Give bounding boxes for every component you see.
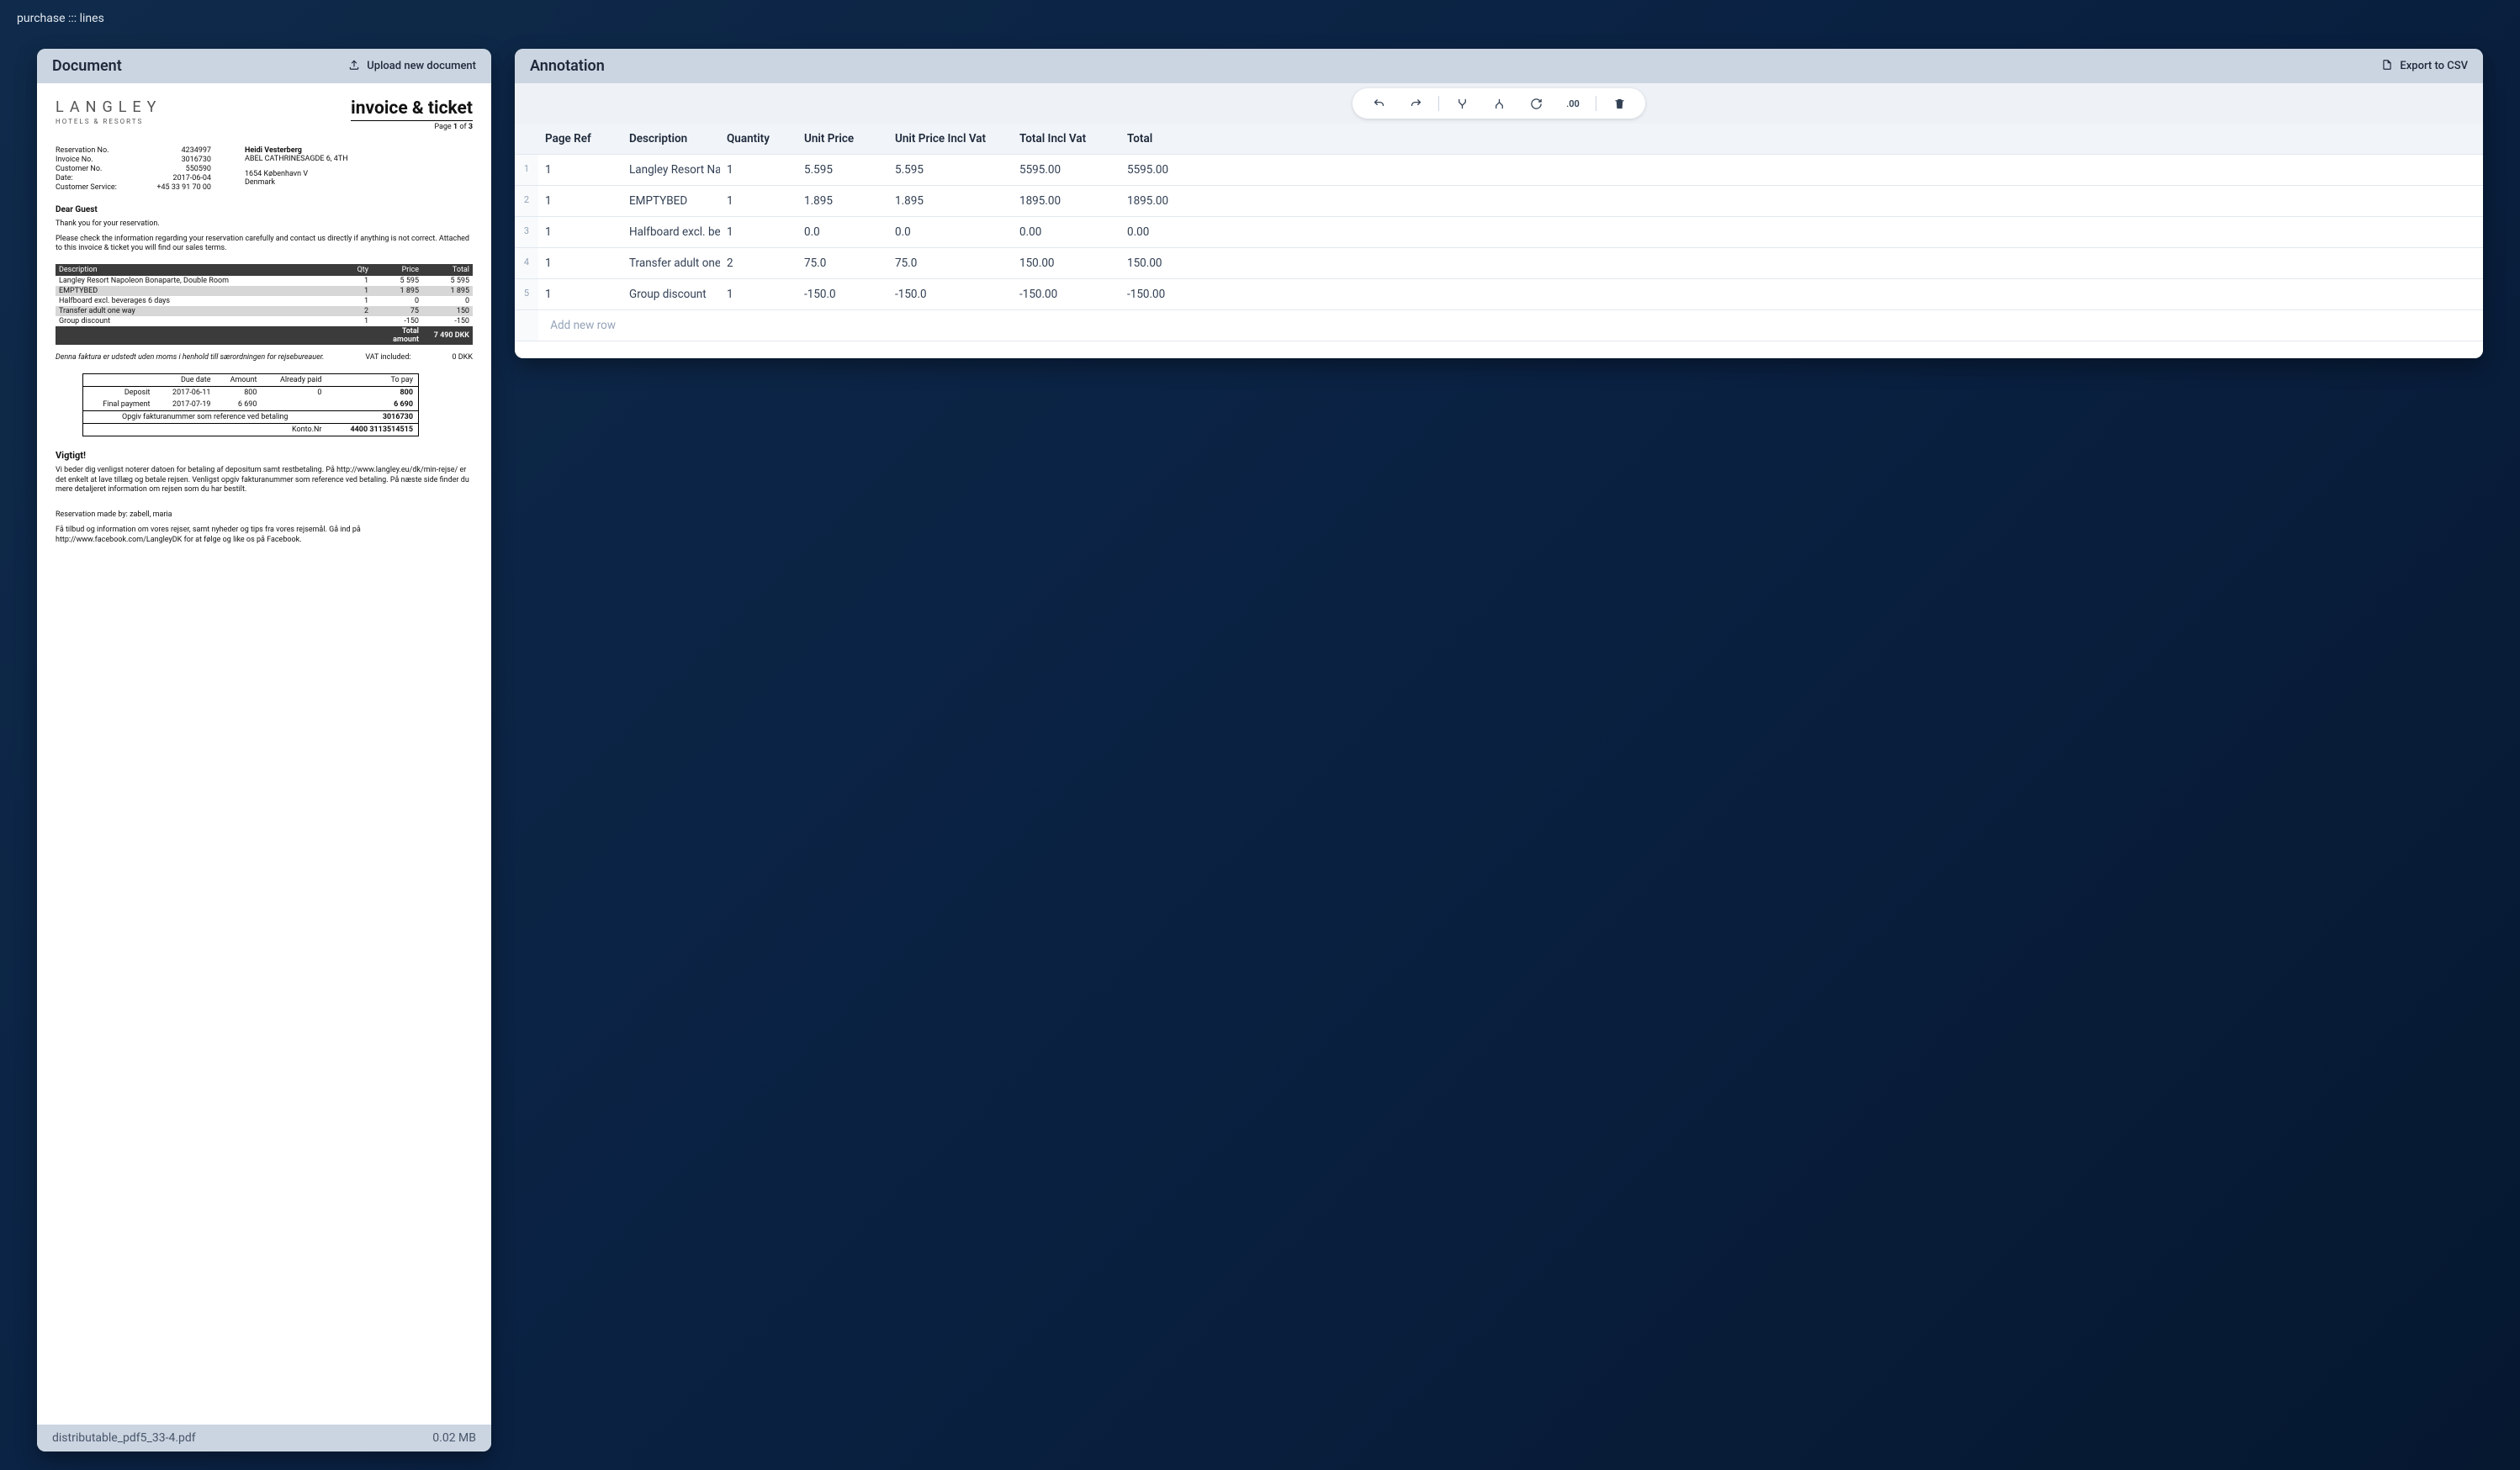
- cell-quantity[interactable]: 1: [720, 217, 797, 247]
- cell-description[interactable]: Langley Resort Na: [622, 155, 720, 185]
- important-body: Vi beder dig venligst noterer datoen for…: [56, 466, 473, 495]
- document-footer: distributable_pdf5_33-4.pdf 0.02 MB: [37, 1425, 491, 1451]
- cell-total[interactable]: 150.00: [1120, 248, 1196, 278]
- annotation-panel-title: Annotation: [530, 57, 605, 75]
- cell-page-ref[interactable]: 1: [538, 248, 622, 278]
- cell-description[interactable]: Halfboard excl. be: [622, 217, 720, 247]
- cell-unit-price[interactable]: -150.0: [797, 279, 888, 309]
- undo-button[interactable]: [1361, 92, 1396, 115]
- workspace: Document Upload new document LANGLEY HOT…: [0, 32, 2520, 1468]
- redo-button[interactable]: [1398, 92, 1433, 115]
- annotation-grid[interactable]: Page Ref Description Quantity Unit Price…: [515, 124, 2483, 341]
- check-text: Please check the information regarding y…: [56, 235, 473, 254]
- payment-box: Due dateAmountAlready paidTo pay Deposit…: [82, 373, 419, 436]
- document-panel-header: Document Upload new document: [37, 49, 491, 83]
- split-button[interactable]: [1481, 92, 1517, 115]
- export-csv-button[interactable]: Export to CSV: [2381, 59, 2468, 74]
- cell-total-incl-vat[interactable]: 1895.00: [1013, 186, 1120, 216]
- cell-description[interactable]: Group discount: [622, 279, 720, 309]
- invoice-line: Langley Resort Napoleon Bonaparte, Doubl…: [56, 276, 473, 286]
- annotation-toolbar: .00: [515, 83, 2483, 124]
- invoice-line: Halfboard excl. beverages 6 days100: [56, 296, 473, 306]
- thanks-text: Thank you for your reservation.: [56, 219, 473, 230]
- cell-unit-price[interactable]: 5.595: [797, 155, 888, 185]
- cell-quantity[interactable]: 1: [720, 186, 797, 216]
- invoice-line: Group discount1-150-150: [56, 316, 473, 326]
- cell-total-incl-vat[interactable]: -150.00: [1013, 279, 1120, 309]
- cell-total[interactable]: -150.00: [1120, 279, 1196, 309]
- cell-page-ref[interactable]: 1: [538, 279, 622, 309]
- page-indicator: Page 1 of 3: [351, 123, 473, 131]
- cell-unit-price-incl-vat[interactable]: -150.0: [888, 279, 1013, 309]
- invoice-logo: LANGLEY HOTELS & RESORTS: [56, 98, 161, 125]
- table-row[interactable]: 4 1 Transfer adult one 2 75.0 75.0 150.0…: [515, 248, 2483, 279]
- table-row[interactable]: 1 1 Langley Resort Na 1 5.595 5.595 5595…: [515, 155, 2483, 186]
- document-panel-title: Document: [52, 57, 122, 75]
- row-index: 3: [515, 217, 538, 247]
- vat-note: Denna faktura er udstedt uden moms i hen…: [56, 353, 473, 362]
- cell-unit-price[interactable]: 1.895: [797, 186, 888, 216]
- salutation: Dear Guest: [56, 205, 473, 214]
- upload-document-button[interactable]: Upload new document: [348, 59, 476, 74]
- cell-page-ref[interactable]: 1: [538, 217, 622, 247]
- cell-description[interactable]: EMPTYBED: [622, 186, 720, 216]
- breadcrumb: purchase ::: lines: [0, 0, 2520, 32]
- cell-page-ref[interactable]: 1: [538, 186, 622, 216]
- export-csv-label: Export to CSV: [2400, 60, 2468, 72]
- grid-header-row: Page Ref Description Quantity Unit Price…: [515, 124, 2483, 155]
- invoice-line: Transfer adult one way275150: [56, 306, 473, 316]
- table-row[interactable]: 5 1 Group discount 1 -150.0 -150.0 -150.…: [515, 279, 2483, 310]
- cell-description[interactable]: Transfer adult one: [622, 248, 720, 278]
- document-panel: Document Upload new document LANGLEY HOT…: [37, 49, 491, 1451]
- invoice-heading: invoice & ticket Page 1 of 3: [351, 98, 473, 131]
- row-index: 1: [515, 155, 538, 185]
- grid-empty-row: Add new row: [515, 310, 2483, 341]
- invoice-title: invoice & ticket: [351, 98, 473, 119]
- cell-unit-price-incl-vat[interactable]: 75.0: [888, 248, 1013, 278]
- cell-total-incl-vat[interactable]: 0.00: [1013, 217, 1120, 247]
- cell-unit-price-incl-vat[interactable]: 1.895: [888, 186, 1013, 216]
- made-by: Reservation made by: zabell, maria: [56, 510, 473, 521]
- important-heading: Vigtigt!: [56, 450, 473, 461]
- cell-unit-price-incl-vat[interactable]: 5.595: [888, 155, 1013, 185]
- add-row-button[interactable]: Add new row: [538, 310, 622, 341]
- cell-total-incl-vat[interactable]: 5595.00: [1013, 155, 1120, 185]
- document-filename: distributable_pdf5_33-4.pdf: [52, 1431, 196, 1445]
- row-index: 4: [515, 248, 538, 278]
- cell-total-incl-vat[interactable]: 150.00: [1013, 248, 1120, 278]
- table-row[interactable]: 3 1 Halfboard excl. be 1 0.0 0.0 0.00 0.…: [515, 217, 2483, 248]
- document-viewer[interactable]: LANGLEY HOTELS & RESORTS invoice & ticke…: [37, 83, 491, 1425]
- invoice-line: EMPTYBED11 8951 895: [56, 286, 473, 296]
- row-index: 2: [515, 186, 538, 216]
- delete-button[interactable]: [1601, 92, 1637, 115]
- decimal-button[interactable]: .00: [1555, 92, 1591, 115]
- row-index: 5: [515, 279, 538, 309]
- cell-quantity[interactable]: 1: [720, 155, 797, 185]
- annotation-panel-header: Annotation Export to CSV: [515, 49, 2483, 83]
- refresh-button[interactable]: [1518, 92, 1554, 115]
- invoice-address: Heidi Vesterberg ABEL CATHRINESAGDE 6, 4…: [245, 146, 348, 192]
- invoice-meta: Reservation No.4234997 Invoice No.301673…: [56, 146, 211, 192]
- cell-unit-price-incl-vat[interactable]: 0.0: [888, 217, 1013, 247]
- cell-unit-price[interactable]: 75.0: [797, 248, 888, 278]
- merge-button[interactable]: [1444, 92, 1480, 115]
- cell-quantity[interactable]: 2: [720, 248, 797, 278]
- logo-subtitle: HOTELS & RESORTS: [56, 118, 161, 125]
- cell-total[interactable]: 0.00: [1120, 217, 1196, 247]
- upload-icon: [348, 59, 360, 74]
- cell-unit-price[interactable]: 0.0: [797, 217, 888, 247]
- table-row[interactable]: 2 1 EMPTYBED 1 1.895 1.895 1895.00 1895.…: [515, 186, 2483, 217]
- document-filesize: 0.02 MB: [432, 1431, 476, 1445]
- cell-total[interactable]: 1895.00: [1120, 186, 1196, 216]
- cell-page-ref[interactable]: 1: [538, 155, 622, 185]
- annotation-panel: Annotation Export to CSV .00: [515, 49, 2483, 358]
- upload-document-label: Upload new document: [367, 60, 476, 72]
- export-icon: [2381, 59, 2393, 74]
- social-text: Få tilbud og information om vores rejser…: [56, 526, 473, 545]
- logo-name: LANGLEY: [56, 98, 161, 116]
- invoice-lines-table: Description Qty Price Total Langley Reso…: [56, 264, 473, 345]
- cell-quantity[interactable]: 1: [720, 279, 797, 309]
- cell-total[interactable]: 5595.00: [1120, 155, 1196, 185]
